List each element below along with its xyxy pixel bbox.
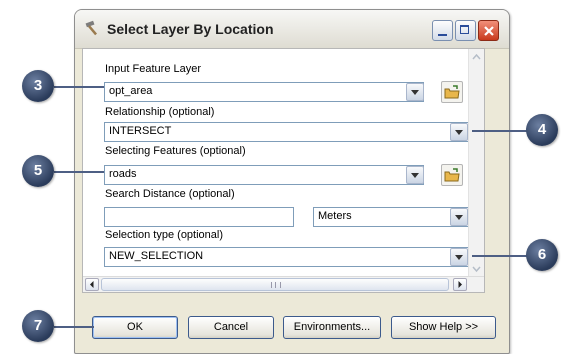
title-bar[interactable]: Select Layer By Location [75, 10, 509, 49]
relationship-dropdown-button[interactable] [450, 123, 468, 141]
callout-leader-7 [54, 326, 94, 328]
dialog-title: Select Layer By Location [107, 21, 274, 37]
relationship-value: INTERSECT [109, 125, 172, 137]
callout-6: 6 [526, 239, 558, 271]
input-feature-layer-browse-button[interactable] [441, 81, 463, 103]
selecting-features-value: roads [109, 168, 137, 180]
selecting-features-label: Selecting Features (optional) [105, 145, 246, 157]
selection-type-label: Selection type (optional) [105, 229, 224, 241]
callout-5: 5 [22, 155, 54, 187]
horizontal-scrollbar[interactable] [83, 276, 484, 292]
close-icon [484, 26, 494, 36]
selection-type-dropdown-button[interactable] [450, 248, 468, 266]
chevron-left-icon [90, 281, 94, 288]
distance-unit-dropdown-button[interactable] [450, 208, 468, 226]
input-feature-layer-label: Input Feature Layer [105, 63, 202, 75]
search-distance-input[interactable] [104, 207, 294, 227]
callout-4: 4 [526, 114, 558, 146]
search-distance-label: Search Distance (optional) [105, 188, 235, 200]
minimize-button[interactable] [432, 20, 453, 41]
chevron-right-icon [458, 281, 462, 288]
ok-button[interactable]: OK [92, 316, 178, 339]
maximize-button[interactable] [455, 20, 476, 41]
cancel-button[interactable]: Cancel [188, 316, 274, 339]
callout-leader-4 [472, 130, 530, 132]
scroll-grip [271, 282, 281, 288]
selecting-features-browse-button[interactable] [441, 164, 463, 186]
hammer-icon [85, 20, 103, 36]
callout-leader-6 [472, 255, 530, 257]
relationship-combobox[interactable]: INTERSECT [104, 122, 469, 142]
callout-7: 7 [22, 310, 54, 342]
callout-leader-3 [54, 86, 104, 88]
scroll-left-button[interactable] [85, 278, 99, 291]
callout-3: 3 [22, 70, 54, 102]
relationship-label: Relationship (optional) [105, 106, 215, 118]
scroll-down-icon[interactable] [470, 262, 483, 275]
select-layer-by-location-dialog: Select Layer By Location Input Feature L… [74, 9, 510, 354]
callout-leader-5 [54, 171, 104, 173]
show-help-button[interactable]: Show Help >> [391, 316, 496, 339]
selecting-features-combobox[interactable]: roads [104, 165, 424, 185]
distance-unit-value: Meters [318, 210, 352, 222]
input-feature-layer-combobox[interactable]: opt_area [104, 82, 424, 102]
selection-type-value: NEW_SELECTION [109, 250, 204, 262]
input-feature-layer-value: opt_area [109, 85, 153, 97]
parameters-panel: Input Feature Layer opt_area Relationshi… [82, 48, 485, 293]
folder-icon [444, 85, 460, 99]
selecting-features-dropdown-button[interactable] [406, 166, 424, 184]
selection-type-combobox[interactable]: NEW_SELECTION [104, 247, 469, 267]
close-button[interactable] [478, 20, 499, 41]
distance-unit-combobox[interactable]: Meters [313, 207, 469, 227]
scroll-right-button[interactable] [453, 278, 467, 291]
folder-icon [444, 168, 460, 182]
environments-button[interactable]: Environments... [283, 316, 381, 339]
scroll-up-icon[interactable] [470, 51, 483, 64]
scroll-thumb[interactable] [101, 278, 449, 291]
vertical-scrollbar[interactable] [468, 49, 484, 278]
input-feature-layer-dropdown-button[interactable] [406, 83, 424, 101]
